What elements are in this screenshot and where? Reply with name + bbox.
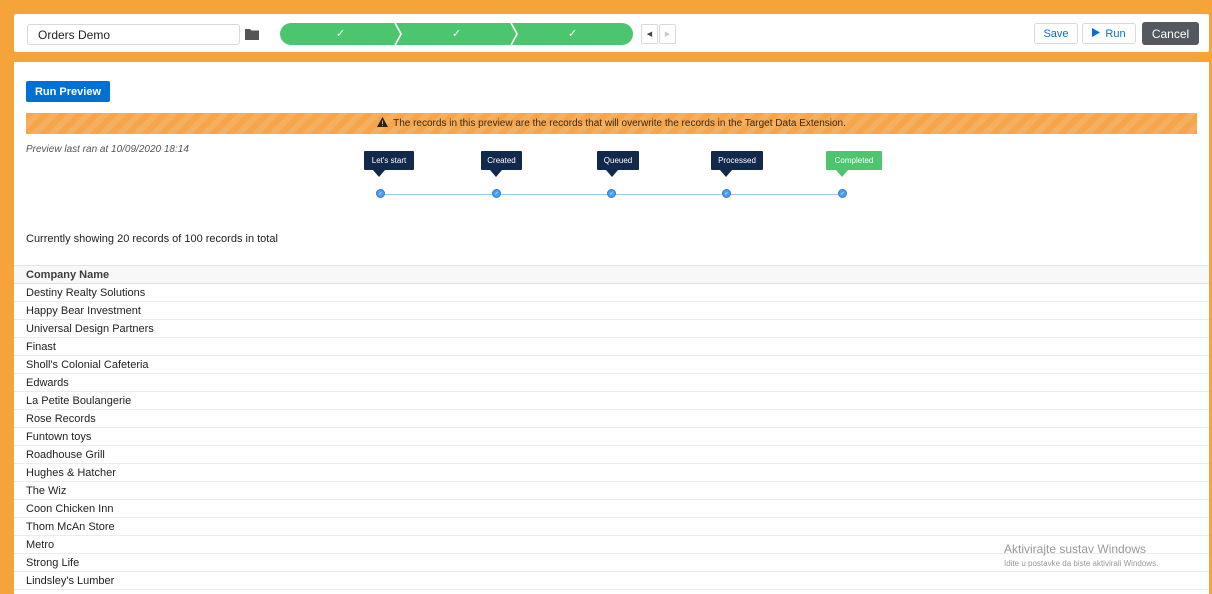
watermark-title: Aktivirajte sustav Windows [1004, 542, 1147, 556]
timeline-pointer [836, 170, 848, 177]
cell-company-name: The Wiz [26, 484, 67, 497]
run-button[interactable]: Run [1082, 23, 1136, 44]
table-row: Happy Bear Investment [14, 302, 1209, 320]
save-label: Save [1043, 27, 1069, 40]
timeline-pointer [373, 170, 385, 177]
run-preview-label: Run Preview [34, 85, 102, 98]
table-row: Lindsley's Lumber [14, 572, 1209, 590]
cell-company-name: Lindsley's Lumber [26, 574, 115, 587]
toolbar: ✓ ✓ ✓ ◀ ▶ Save Run Cancel [14, 14, 1209, 52]
cell-company-name: Roadhouse Grill [26, 448, 105, 461]
table-row: Coon Chicken Inn [14, 500, 1209, 518]
cell-company-name: Happy Bear Investment [26, 304, 141, 317]
cell-company-name: Metro [26, 538, 55, 551]
run-preview-button[interactable]: Run Preview [26, 81, 110, 102]
next-step-button[interactable]: ▶ [659, 24, 676, 44]
check-icon: ✓ [838, 189, 847, 198]
record-count-text: Currently showing 20 records of 100 reco… [26, 233, 278, 245]
cell-company-name: Thom McAn Store [26, 520, 115, 533]
timeline-label: Let's start [364, 151, 414, 170]
play-icon [1092, 27, 1101, 40]
table-row: Thom McAn Store [14, 518, 1209, 536]
cell-company-name: Hughes & Hatcher [26, 466, 116, 479]
timeline-step-completed: Completed ✓ [826, 151, 886, 203]
cancel-label: Cancel [1151, 26, 1190, 41]
table-row: Funtown toys [14, 428, 1209, 446]
warning-banner: The records in this preview are the reco… [26, 113, 1197, 134]
cell-company-name: Universal Design Partners [26, 322, 154, 335]
windows-activation-watermark: Aktivirajte sustav Windows Idite u posta… [1004, 542, 1158, 568]
timeline-pointer [490, 170, 502, 177]
timeline-label: Processed [711, 151, 763, 170]
timeline-label: Completed [826, 151, 882, 170]
timeline-pointer [720, 170, 732, 177]
check-icon: ✓ [567, 27, 578, 40]
warning-icon [377, 117, 389, 130]
table-row: Edwards [14, 374, 1209, 392]
timeline-label: Queued [597, 151, 639, 170]
timeline-label: Created [481, 151, 522, 170]
prev-step-button[interactable]: ◀ [641, 24, 658, 44]
cell-company-name: Destiny Realty Solutions [26, 286, 146, 299]
check-icon: ✓ [376, 189, 385, 198]
step-2[interactable]: ✓ [396, 23, 517, 45]
table-row: Roadhouse Grill [14, 446, 1209, 464]
warning-text: The records in this preview are the reco… [393, 118, 846, 129]
table-row: The Wiz [14, 482, 1209, 500]
check-icon: ✓ [492, 189, 501, 198]
folder-icon[interactable] [245, 27, 259, 40]
step-1[interactable]: ✓ [280, 23, 401, 45]
save-button[interactable]: Save [1034, 23, 1078, 44]
table-row: Sholl's Colonial Cafeteria [14, 356, 1209, 374]
cell-company-name: Funtown toys [26, 430, 92, 443]
cell-company-name: La Petite Boulangerie [26, 394, 132, 407]
check-icon: ✓ [722, 189, 731, 198]
run-label: Run [1105, 27, 1126, 40]
table-row: Hughes & Hatcher [14, 464, 1209, 482]
cell-company-name: Rose Records [26, 412, 96, 425]
cell-company-name: Coon Chicken Inn [26, 502, 114, 515]
cell-company-name: Finast [26, 340, 56, 353]
watermark-subtitle: Idite u postavke da biste aktivirali Win… [1004, 559, 1159, 568]
table-row: Finast [14, 338, 1209, 356]
preview-panel: Run Preview The records in this preview … [14, 62, 1209, 594]
cell-company-name: Edwards [26, 376, 69, 389]
frame-left [0, 52, 14, 594]
progress-steps: ✓ ✓ ✓ [280, 23, 634, 45]
column-header-company-name: Company Name [26, 268, 110, 281]
cell-company-name: Sholl's Colonial Cafeteria [26, 358, 149, 371]
table-row: Destiny Realty Solutions [14, 284, 1209, 302]
timeline-step-lets-start: Let's start ✓ [364, 151, 424, 203]
check-icon: ✓ [451, 27, 462, 40]
table-row: Universal Design Partners [14, 320, 1209, 338]
cancel-button[interactable]: Cancel [1142, 22, 1199, 45]
timeline-step-created: Created ✓ [481, 151, 541, 203]
cell-company-name: Strong Life [26, 556, 80, 569]
timeline-step-processed: Processed ✓ [711, 151, 771, 203]
last-ran-text: Preview last ran at 10/09/2020 18:14 [26, 144, 189, 155]
table-row: La Petite Boulangerie [14, 392, 1209, 410]
step-3[interactable]: ✓ [512, 23, 633, 45]
triangle-left-icon: ◀ [646, 31, 653, 38]
check-icon: ✓ [335, 27, 346, 40]
table-row: Rose Records [14, 410, 1209, 428]
activity-name-input[interactable] [27, 24, 240, 45]
timeline-step-queued: Queued ✓ [597, 151, 657, 203]
frame-inner-top [14, 52, 1209, 62]
check-icon: ✓ [607, 189, 616, 198]
triangle-right-icon: ▶ [664, 31, 671, 38]
timeline-pointer [606, 170, 618, 177]
table-header: Company Name [14, 265, 1209, 284]
